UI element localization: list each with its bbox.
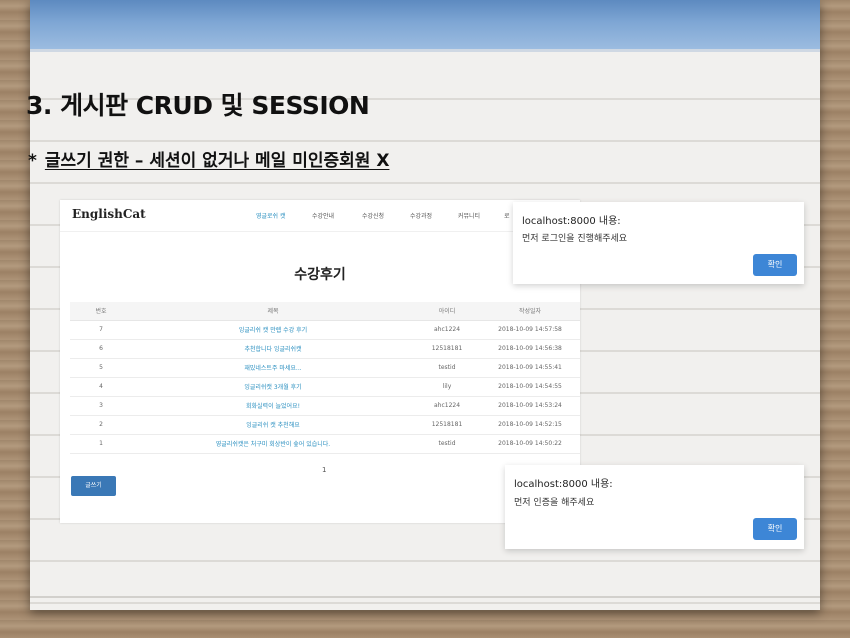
nav-item-1[interactable]: 영글로쉬 캣 xyxy=(256,211,286,220)
table-row: 7 잉글리쉬 캣 만렙 수강 후기 ahc1224 2018-10-09 14:… xyxy=(70,320,580,340)
nav-item-4[interactable]: 수강과정 xyxy=(410,211,432,220)
login-alert-dialog: localhost:8000 내용: 먼저 로그인을 진행해주세요 확인 xyxy=(513,202,804,284)
row-date: 2018-10-09 14:50:22 xyxy=(480,434,580,454)
subtitle-text: 글쓰기 권한 – 세션이 없거나 메일 미인증회원 X xyxy=(44,151,390,171)
row-title-link[interactable]: 영글리쉬캣은 처구미 회상반이 숲어 있습니다. xyxy=(132,434,414,454)
row-date: 2018-10-09 14:53:24 xyxy=(480,396,580,416)
row-title-link[interactable]: 잉글리쉬캣 3개월 후기 xyxy=(132,377,414,397)
dialog-message: 먼저 인증을 해주세요 xyxy=(514,498,595,508)
row-title-link[interactable]: 재밌네스트주 마세요... xyxy=(132,358,414,378)
column-header-date: 작성일자 xyxy=(480,302,580,321)
row-id: 12518181 xyxy=(414,339,480,359)
column-header-no: 번호 xyxy=(70,302,132,321)
row-no: 5 xyxy=(70,358,132,378)
row-id: 12518181 xyxy=(414,415,480,435)
table-row: 5 재밌네스트주 마세요... testid 2018-10-09 14:55:… xyxy=(70,358,580,378)
row-id: testid xyxy=(414,434,480,454)
row-id: testid xyxy=(414,358,480,378)
row-date: 2018-10-09 14:55:41 xyxy=(480,358,580,378)
row-no: 2 xyxy=(70,415,132,435)
slide-title: 3. 게시판 CRUD 및 SESSION xyxy=(26,91,370,120)
slide-subtitle: * 글쓰기 권한 – 세션이 없거나 메일 미인증회원 X xyxy=(28,146,389,171)
nav-item-2[interactable]: 수강안내 xyxy=(312,211,334,220)
table-row: 6 추천합니다 잉글리쉬캣 12518181 2018-10-09 14:56:… xyxy=(70,339,580,359)
row-title-link[interactable]: 회화실력이 늘었어요! xyxy=(132,396,414,416)
pagination-page-1[interactable]: 1 xyxy=(322,466,326,474)
row-id: ahc1224 xyxy=(414,396,480,416)
dialog-host: localhost:8000 내용: xyxy=(522,216,621,227)
table-row: 2 잉글리쉬 캣 추천해요 12518181 2018-10-09 14:52:… xyxy=(70,415,580,435)
bullet-marker: * xyxy=(28,151,37,171)
row-title-link[interactable]: 추천합니다 잉글리쉬캣 xyxy=(132,339,414,359)
board-screenshot: EnglishCat 영글로쉬 캣 수강안내 수강신청 수강과정 커뮤니티 로 … xyxy=(60,200,580,523)
table-row: 4 잉글리쉬캣 3개월 후기 lily 2018-10-09 14:54:55 xyxy=(70,377,580,397)
auth-alert-dialog: localhost:8000 내용: 먼저 인증을 해주세요 확인 xyxy=(505,465,804,549)
row-no: 7 xyxy=(70,320,132,340)
divider xyxy=(30,596,820,598)
row-title-link[interactable]: 잉글리쉬 캣 만렙 수강 후기 xyxy=(132,320,414,340)
nav-item-5[interactable]: 커뮤니티 xyxy=(458,211,480,220)
row-date: 2018-10-09 14:56:38 xyxy=(480,339,580,359)
table-header-row: 번호 제목 아이디 작성일자 xyxy=(70,302,580,321)
row-no: 1 xyxy=(70,434,132,454)
ok-button[interactable]: 확인 xyxy=(753,254,797,276)
column-header-title: 제목 xyxy=(132,302,414,321)
board-title: 수강후기 xyxy=(294,267,346,283)
write-button[interactable]: 글쓰기 xyxy=(71,476,116,496)
row-no: 3 xyxy=(70,396,132,416)
navbar: EnglishCat 영글로쉬 캣 수강안내 수강신청 수강과정 커뮤니티 로 xyxy=(60,200,580,232)
row-no: 6 xyxy=(70,339,132,359)
dialog-host: localhost:8000 내용: xyxy=(514,479,613,490)
row-title-link[interactable]: 잉글리쉬 캣 추천해요 xyxy=(132,415,414,435)
table-row: 3 회화실력이 늘었어요! ahc1224 2018-10-09 14:53:2… xyxy=(70,396,580,416)
brand-logo[interactable]: EnglishCat xyxy=(72,207,146,221)
dialog-message: 먼저 로그인을 진행해주세요 xyxy=(522,234,628,244)
nav-item-3[interactable]: 수강신청 xyxy=(362,211,384,220)
row-date: 2018-10-09 14:52:15 xyxy=(480,415,580,435)
table-row: 1 영글리쉬캣은 처구미 회상반이 숲어 있습니다. testid 2018-1… xyxy=(70,434,580,454)
row-id: ahc1224 xyxy=(414,320,480,340)
row-date: 2018-10-09 14:54:55 xyxy=(480,377,580,397)
row-no: 4 xyxy=(70,377,132,397)
board-table: 번호 제목 아이디 작성일자 7 잉글리쉬 캣 만렙 수강 후기 ahc1224… xyxy=(70,302,580,454)
row-date: 2018-10-09 14:57:58 xyxy=(480,320,580,340)
page-header-band xyxy=(30,0,820,52)
nav-item-6[interactable]: 로 xyxy=(504,211,510,220)
ok-button[interactable]: 확인 xyxy=(753,518,797,540)
column-header-id: 아이디 xyxy=(414,302,480,321)
row-id: lily xyxy=(414,377,480,397)
